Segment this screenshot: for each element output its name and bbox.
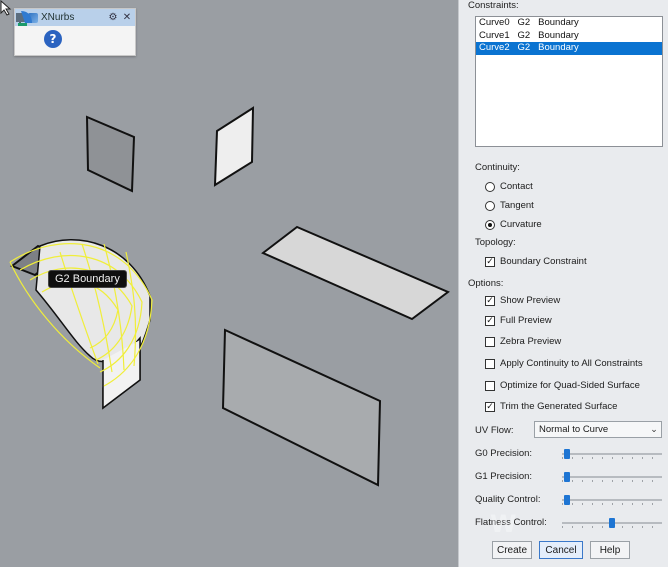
checkbox-boundary-constraint-control[interactable]: ✓ xyxy=(485,256,495,267)
checkbox-full-preview[interactable]: ✓ Full Preview xyxy=(485,315,552,326)
constraint-row-selected[interactable]: Curve2 G2 Boundary xyxy=(476,42,662,55)
surface-patch-top-right xyxy=(213,106,255,187)
checkbox-show-preview-label: Show Preview xyxy=(500,295,561,306)
flatness-control-slider[interactable] xyxy=(562,518,662,528)
checkbox-show-preview[interactable]: ✓ Show Preview xyxy=(485,295,560,306)
uv-flow-value: Normal to Curve xyxy=(539,424,609,435)
surface-patch-right-flat xyxy=(261,225,450,321)
checkbox-trim-surface[interactable]: ✓ Trim the Generated Surface xyxy=(485,401,617,412)
radio-curvature-label: Curvature xyxy=(500,219,542,230)
xnurbs-toolbar: XNurbs ⚙ ✕ ? xyxy=(14,8,136,56)
viewport[interactable]: G2 Boundary XNurbs ⚙ ✕ ? xyxy=(0,0,458,567)
xnurbs-toolbar-titlebar[interactable]: XNurbs ⚙ ✕ xyxy=(15,9,135,26)
checkbox-trim-surface-label: Trim the Generated Surface xyxy=(500,401,618,412)
checkbox-apply-continuity-control[interactable] xyxy=(485,358,495,369)
radio-tangent-control[interactable] xyxy=(485,200,495,211)
radio-curvature[interactable]: Curvature xyxy=(485,219,542,230)
radio-contact[interactable]: Contact xyxy=(485,181,533,192)
radio-tangent-label: Tangent xyxy=(500,200,534,211)
constraint-row[interactable]: Curve0 G2 Boundary xyxy=(476,17,662,30)
g1-precision-slider[interactable] xyxy=(562,472,662,482)
slider-thumb[interactable] xyxy=(609,518,615,528)
constraint-row[interactable]: Curve1 G2 Boundary xyxy=(476,30,662,43)
g0-precision-label: G0 Precision: xyxy=(475,448,533,459)
checkbox-apply-continuity-label: Apply Continuity to All Constraints xyxy=(500,358,643,369)
xnurbs-tool-icon[interactable] xyxy=(16,11,38,48)
generated-surface xyxy=(9,239,153,410)
constraints-label: Constraints: xyxy=(468,0,519,11)
checkbox-apply-continuity[interactable]: Apply Continuity to All Constraints xyxy=(485,358,643,369)
checkbox-optimize-quad-label: Optimize for Quad-Sided Surface xyxy=(500,380,640,391)
uv-flow-select[interactable]: Normal to Curve ⌄ xyxy=(534,421,662,438)
quality-control-label: Quality Control: xyxy=(475,494,541,505)
radio-contact-label: Contact xyxy=(500,181,533,192)
surface-patch-top-left xyxy=(85,115,136,193)
checkbox-boundary-constraint-label: Boundary Constraint xyxy=(500,256,587,267)
slider-thumb[interactable] xyxy=(564,495,570,505)
toolbar-title: XNurbs xyxy=(41,12,75,23)
slider-thumb[interactable] xyxy=(564,449,570,459)
flatness-control-label: Flatness Control: xyxy=(475,517,547,528)
checkbox-optimize-quad-control[interactable] xyxy=(485,380,495,391)
mouse-cursor-icon xyxy=(0,0,12,16)
gear-icon[interactable]: ⚙ xyxy=(107,11,119,23)
checkbox-show-preview-control[interactable]: ✓ xyxy=(485,295,495,306)
topology-label: Topology: xyxy=(475,237,516,248)
g0-precision-slider[interactable] xyxy=(562,449,662,459)
g1-precision-label: G1 Precision: xyxy=(475,471,533,482)
radio-curvature-control[interactable] xyxy=(485,219,495,230)
checkbox-boundary-constraint[interactable]: ✓ Boundary Constraint xyxy=(485,256,587,267)
chevron-down-icon: ⌄ xyxy=(650,424,658,434)
cancel-button[interactable]: Cancel xyxy=(539,541,583,559)
surface-patch-bottom xyxy=(221,328,382,487)
create-button[interactable]: Create xyxy=(492,541,532,559)
help-icon[interactable]: ? xyxy=(44,30,62,48)
checkbox-optimize-quad[interactable]: Optimize for Quad-Sided Surface xyxy=(485,380,640,391)
options-label: Options: xyxy=(468,278,504,289)
slider-thumb[interactable] xyxy=(564,472,570,482)
close-icon[interactable]: ✕ xyxy=(121,11,133,23)
checkbox-full-preview-control[interactable]: ✓ xyxy=(485,315,495,326)
checkbox-full-preview-label: Full Preview xyxy=(500,315,552,326)
help-button[interactable]: Help xyxy=(590,541,630,559)
quality-control-slider[interactable] xyxy=(562,495,662,505)
checkbox-trim-surface-control[interactable]: ✓ xyxy=(485,401,495,412)
radio-tangent[interactable]: Tangent xyxy=(485,200,534,211)
checkbox-zebra-preview-label: Zebra Preview xyxy=(500,336,562,347)
continuity-label: Continuity: xyxy=(475,162,520,173)
checkbox-zebra-preview[interactable]: Zebra Preview xyxy=(485,336,561,347)
checkbox-zebra-preview-control[interactable] xyxy=(485,336,495,347)
constraints-list[interactable]: Curve0 G2 Boundary Curve1 G2 Boundary Cu… xyxy=(475,16,663,147)
radio-contact-control[interactable] xyxy=(485,181,495,192)
boundary-tooltip: G2 Boundary xyxy=(48,270,127,288)
uv-flow-label: UV Flow: xyxy=(475,425,514,436)
xnurbs-options-panel: Constraints: Curve0 G2 Boundary Curve1 G… xyxy=(458,0,668,567)
